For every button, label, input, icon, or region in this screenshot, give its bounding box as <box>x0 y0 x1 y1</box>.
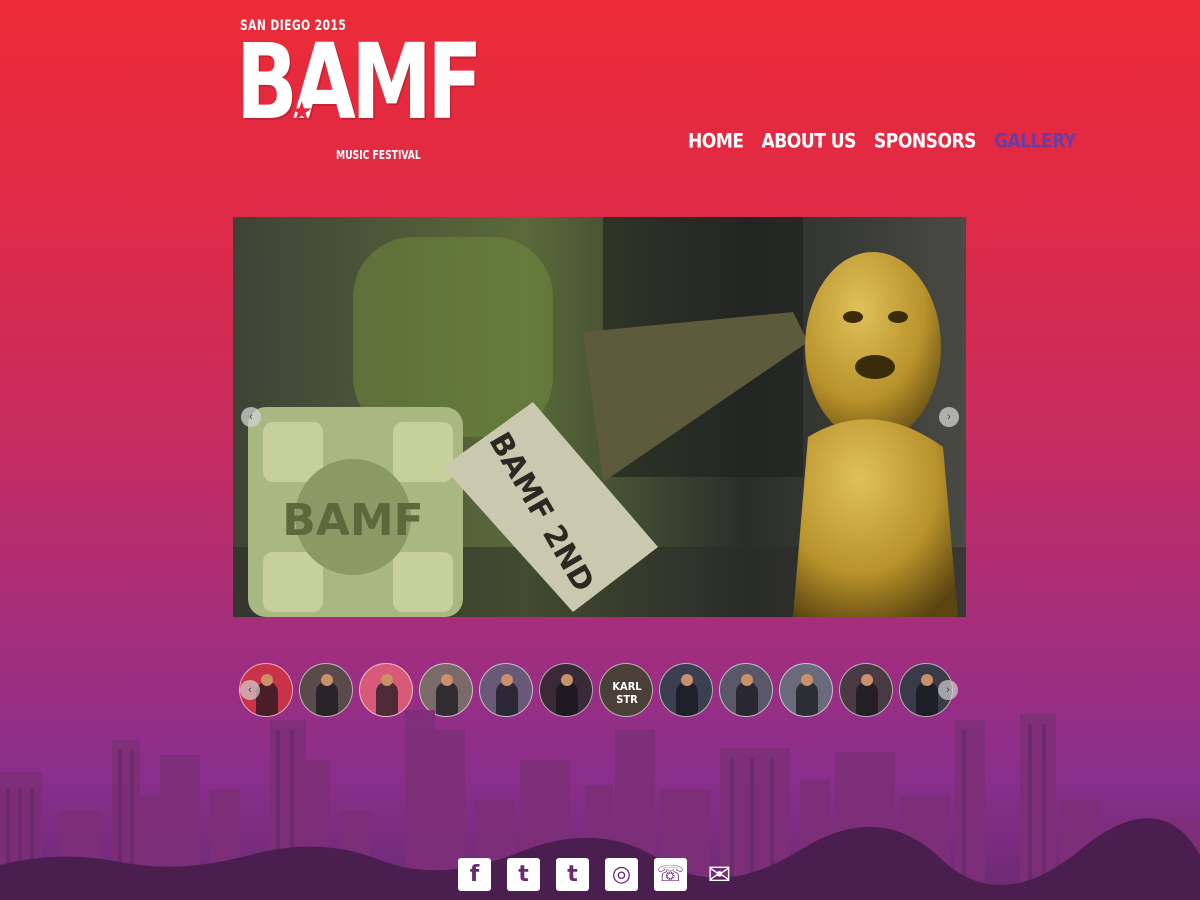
logo-bottom-text: MUSIC FESTIVAL <box>336 148 421 162</box>
nav-sponsors[interactable]: SPONSORS <box>874 129 976 152</box>
email-icon[interactable]: ✉ <box>703 858 736 891</box>
thumbnail-person-head <box>741 674 753 686</box>
svg-text:BAMF: BAMF <box>282 495 423 546</box>
nav-home[interactable]: HOME <box>688 129 744 152</box>
logo-star-icon: ★ <box>290 96 314 126</box>
twitter-icon[interactable]: t <box>507 858 540 891</box>
social-links: f t t ◎ ☏ ✉ <box>458 858 736 891</box>
gallery-slider: BAMF BAMF 2ND ‹ › <box>233 217 966 617</box>
thumbnail-person-head <box>381 674 393 686</box>
facebook-icon[interactable]: f <box>458 858 491 891</box>
slide-image: BAMF BAMF 2ND <box>233 217 966 617</box>
thumbnail-person-head <box>861 674 873 686</box>
thumbnail-person-head <box>261 674 273 686</box>
slider-prev-button[interactable]: ‹ <box>241 407 261 427</box>
thumbnail-person-head <box>921 674 933 686</box>
thumbnail-person-head <box>801 674 813 686</box>
thumbnail-person-head <box>441 674 453 686</box>
site-logo[interactable]: SAN DIEGO 2015 BAMF ★ MUSIC FESTIVAL <box>236 18 483 168</box>
phone-icon[interactable]: ☏ <box>654 858 687 891</box>
thumbnail-person-head <box>321 674 333 686</box>
main-nav: HOME ABOUT US SPONSORS GALLERY <box>688 129 1076 152</box>
nav-gallery[interactable]: GALLERY <box>994 129 1076 152</box>
logo-main-text: BAMF <box>236 21 483 143</box>
thumbnail-person-head <box>501 674 513 686</box>
thumbnail-person-head <box>681 674 693 686</box>
slider-next-button[interactable]: › <box>939 407 959 427</box>
nav-about-us[interactable]: ABOUT US <box>762 129 857 152</box>
instagram-icon[interactable]: ◎ <box>605 858 638 891</box>
thumbnail-person-head <box>561 674 573 686</box>
tumblr-icon[interactable]: t <box>556 858 589 891</box>
thumbnails-next-button[interactable]: › <box>938 680 958 700</box>
cube-figure: BAMF <box>248 407 463 617</box>
thumbnails-prev-button[interactable]: ‹ <box>240 680 260 700</box>
